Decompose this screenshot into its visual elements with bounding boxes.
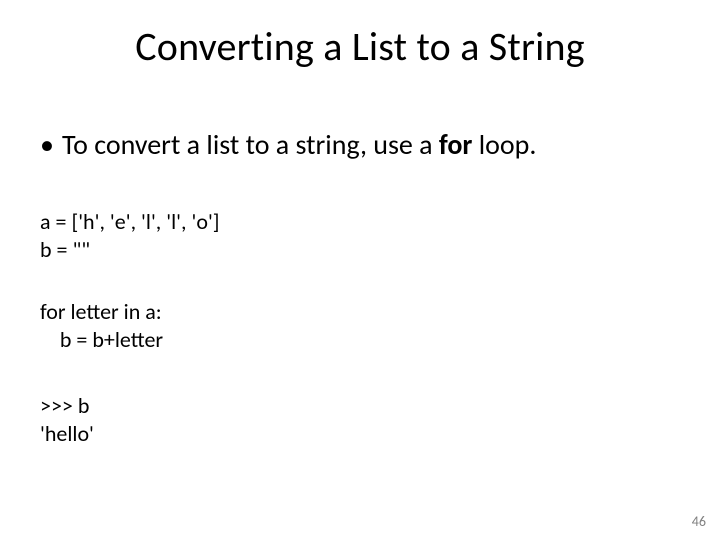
slide-title: Converting a List to a String xyxy=(0,22,720,71)
intro-text-pre: To convert a list to a string, use a xyxy=(62,127,439,162)
intro-text-bold: for xyxy=(439,127,472,162)
bullet-icon: • xyxy=(40,128,62,162)
code-assign: a = ['h', 'e', 'l', 'l', 'o'] b = "" xyxy=(40,208,680,263)
intro-text-post: loop. xyxy=(472,127,536,162)
code-repl: >>> b 'hello' xyxy=(40,392,680,447)
intro-line: •To convert a list to a string, use a fo… xyxy=(40,128,680,162)
page-number: 46 xyxy=(692,513,706,530)
code-loop: for letter in a: b = b+letter xyxy=(40,298,680,353)
slide: Converting a List to a String •To conver… xyxy=(0,0,720,540)
